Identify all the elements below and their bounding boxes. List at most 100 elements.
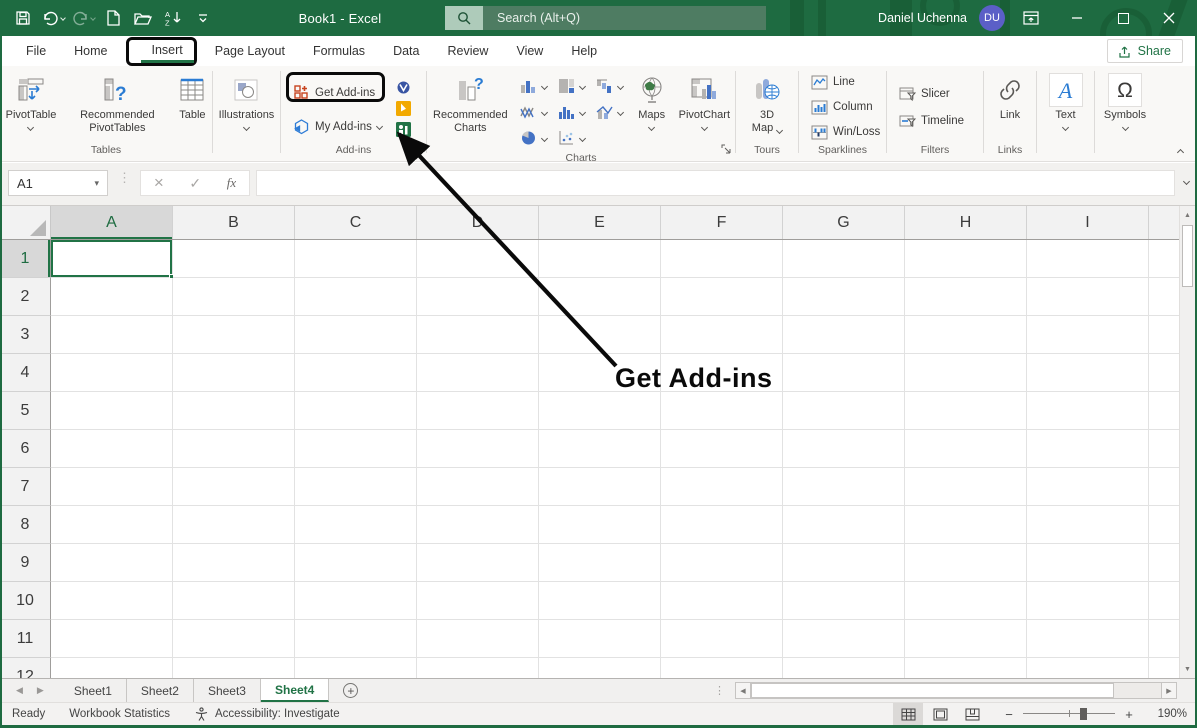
select-all-corner[interactable] [0,206,51,239]
text-dropdown-icon[interactable] [1062,124,1069,131]
accessibility-status[interactable]: Accessibility: Investigate [182,703,352,725]
row-header-2[interactable]: 2 [0,278,51,316]
charts-dialog-launcher-icon[interactable] [721,141,731,159]
insert-pie-chart-button[interactable] [516,126,554,150]
cell-G3[interactable] [783,316,905,354]
row-header-8[interactable]: 8 [0,506,51,544]
formula-input[interactable] [256,170,1175,196]
cell-A11[interactable] [51,620,173,658]
search-input[interactable]: Search (Alt+Q) [445,6,766,30]
3d-map-button[interactable]: 3D Map [747,70,787,135]
cell-D9[interactable] [417,544,539,582]
cell-I4[interactable] [1027,354,1149,392]
cell-C4[interactable] [295,354,417,392]
cell-C7[interactable] [295,468,417,506]
cell-C12[interactable] [295,658,417,678]
sheet-tab-sheet3[interactable]: Sheet3 [194,679,261,702]
cell-A3[interactable] [51,316,173,354]
row-header-6[interactable]: 6 [0,430,51,468]
visio-addin-icon[interactable] [396,80,411,95]
tab-file[interactable]: File [12,36,60,66]
text-button[interactable]: A Text [1044,70,1088,130]
row-header-10[interactable]: 10 [0,582,51,620]
insert-statistic-chart-button[interactable] [554,100,592,124]
maps-dropdown-icon[interactable] [648,124,655,131]
cancel-icon[interactable]: × [154,173,164,193]
cell-A8[interactable] [51,506,173,544]
cell-H7[interactable] [905,468,1027,506]
sheet-tab-sheet2[interactable]: Sheet2 [127,679,194,702]
normal-view-button[interactable] [893,703,923,725]
tab-formulas[interactable]: Formulas [299,36,379,66]
column-header-F[interactable]: F [661,206,783,239]
horizontal-scroll-track[interactable] [751,682,1161,699]
cell-B10[interactable] [173,582,295,620]
column-header-E[interactable]: E [539,206,661,239]
scroll-left-icon[interactable]: ◀ [735,682,751,699]
cell-H1[interactable] [905,240,1027,278]
customize-qat-icon[interactable] [190,5,216,31]
column-header-D[interactable]: D [417,206,539,239]
cell-I11[interactable] [1027,620,1149,658]
cell-F11[interactable] [661,620,783,658]
cell-H9[interactable] [905,544,1027,582]
cell-I10[interactable] [1027,582,1149,620]
tab-review[interactable]: Review [433,36,502,66]
sheet-tab-sheet1[interactable]: Sheet1 [60,679,127,702]
cell-G5[interactable] [783,392,905,430]
cell-C5[interactable] [295,392,417,430]
new-file-icon[interactable] [100,5,126,31]
cell-B6[interactable] [173,430,295,468]
insert-line-chart-button[interactable] [516,100,554,124]
column-header-B[interactable]: B [173,206,295,239]
hierarchy-chart-dropdown-icon[interactable] [579,82,586,89]
insert-function-icon[interactable]: fx [227,175,236,191]
symbols-button[interactable]: Ω Symbols [1099,70,1151,130]
horizontal-scroll-thumb[interactable] [751,683,1114,698]
cell-I8[interactable] [1027,506,1149,544]
maximize-button[interactable] [1103,0,1143,36]
sparkline-line-button[interactable]: Line [807,70,859,94]
cell-H6[interactable] [905,430,1027,468]
cell-E2[interactable] [539,278,661,316]
timeline-button[interactable]: Timeline [895,109,968,133]
cell-A7[interactable] [51,468,173,506]
cell-I6[interactable] [1027,430,1149,468]
cell-C11[interactable] [295,620,417,658]
symbols-dropdown-icon[interactable] [1121,124,1128,131]
sheet-nav-left-icon[interactable]: ◀ [16,685,23,696]
3d-map-dropdown-icon[interactable] [776,126,783,133]
cell-H5[interactable] [905,392,1027,430]
cell-A6[interactable] [51,430,173,468]
pivottable-button[interactable]: PivotTable [1,70,62,130]
cell-F2[interactable] [661,278,783,316]
cell-G2[interactable] [783,278,905,316]
cell-F9[interactable] [661,544,783,582]
cell-B8[interactable] [173,506,295,544]
cell-B2[interactable] [173,278,295,316]
cell-G8[interactable] [783,506,905,544]
people-graph-addin-icon[interactable] [396,122,411,137]
scroll-down-icon[interactable]: ▼ [1180,660,1195,678]
cell-D6[interactable] [417,430,539,468]
cell-E8[interactable] [539,506,661,544]
cell-E10[interactable] [539,582,661,620]
cell-A4[interactable] [51,354,173,392]
page-layout-view-button[interactable] [925,703,955,725]
row-header-9[interactable]: 9 [0,544,51,582]
share-button[interactable]: Share [1107,39,1183,63]
pivotchart-button[interactable]: PivotChart [674,70,735,130]
horizontal-scrollbar[interactable]: ⋮ ◀ ▶ [714,682,1177,699]
cell-F7[interactable] [661,468,783,506]
collapse-ribbon-icon[interactable] [1177,149,1184,156]
avatar[interactable]: DU [979,5,1005,31]
cell-D10[interactable] [417,582,539,620]
cell-F10[interactable] [661,582,783,620]
sparkline-column-button[interactable]: Column [807,95,877,119]
cell-G1[interactable] [783,240,905,278]
cell-D2[interactable] [417,278,539,316]
tab-home[interactable]: Home [60,36,121,66]
cell-C6[interactable] [295,430,417,468]
minimize-button[interactable] [1057,0,1097,36]
column-header-H[interactable]: H [905,206,1027,239]
